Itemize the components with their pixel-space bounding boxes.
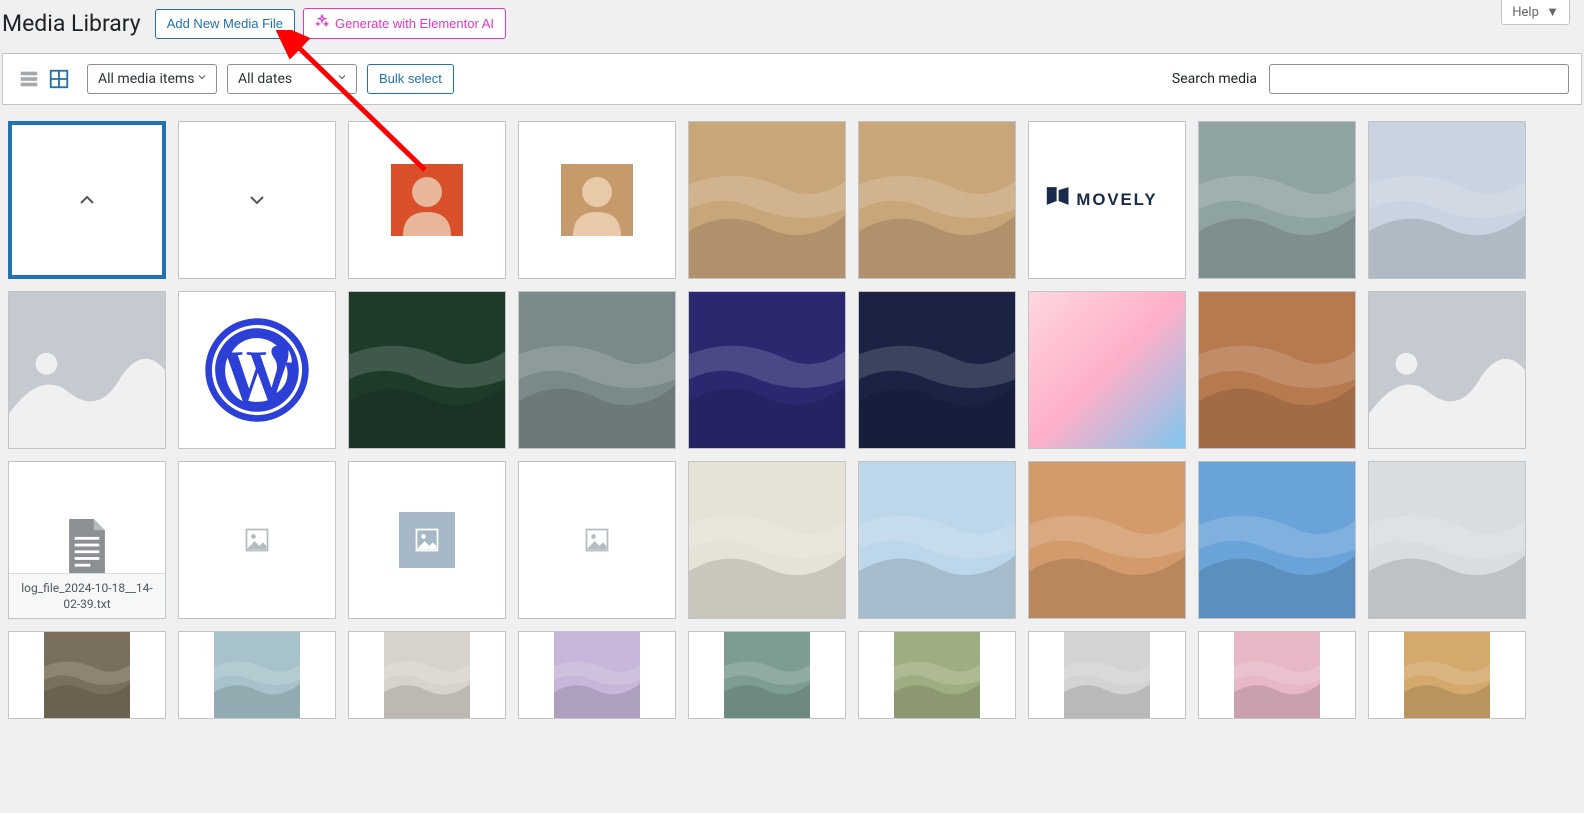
grid-view-toggle[interactable] bbox=[45, 65, 73, 93]
media-tile[interactable] bbox=[178, 121, 336, 279]
photo-thumbnail bbox=[1199, 462, 1355, 618]
media-tile[interactable] bbox=[1028, 461, 1186, 619]
media-tile[interactable] bbox=[348, 631, 506, 719]
media-tile[interactable] bbox=[518, 631, 676, 719]
chevron-down-icon bbox=[336, 71, 348, 87]
svg-text:MOVELY: MOVELY bbox=[1076, 190, 1157, 209]
media-tile[interactable] bbox=[518, 461, 676, 619]
movely-logo: MOVELY bbox=[1029, 122, 1185, 278]
media-tile[interactable] bbox=[688, 291, 846, 449]
search-input[interactable] bbox=[1269, 64, 1569, 94]
photo-thumbnail bbox=[519, 292, 675, 448]
photo-thumbnail bbox=[1199, 122, 1355, 278]
image-placeholder-icon bbox=[583, 526, 611, 554]
media-tile[interactable] bbox=[348, 291, 506, 449]
media-tile[interactable] bbox=[178, 291, 336, 449]
photo-thumbnail bbox=[349, 292, 505, 448]
chevron-down-icon bbox=[245, 188, 269, 212]
photo-thumbnail bbox=[689, 462, 845, 618]
media-tile[interactable] bbox=[518, 121, 676, 279]
dates-filter[interactable]: All dates bbox=[227, 64, 357, 94]
portrait-thumbnail bbox=[561, 164, 633, 236]
portrait-thumbnail bbox=[391, 164, 463, 236]
media-grid: MOVELY bbox=[0, 121, 1584, 719]
media-tile[interactable] bbox=[1198, 631, 1356, 719]
photo-thumbnail bbox=[859, 632, 1015, 718]
add-new-media-button[interactable]: Add New Media File bbox=[155, 9, 295, 39]
media-tile[interactable] bbox=[858, 461, 1016, 619]
photo-thumbnail bbox=[1199, 292, 1355, 448]
media-tile[interactable]: log_file_2024-10-18__14-02-39.txt bbox=[8, 461, 166, 619]
media-tile[interactable] bbox=[1198, 121, 1356, 279]
media-tile[interactable] bbox=[688, 631, 846, 719]
media-tile[interactable] bbox=[178, 461, 336, 619]
media-tile[interactable] bbox=[1028, 631, 1186, 719]
media-tile[interactable] bbox=[1198, 291, 1356, 449]
media-tile[interactable] bbox=[1028, 291, 1186, 449]
photo-thumbnail bbox=[1029, 632, 1185, 718]
filter-bar: All media items All dates Bulk select Se… bbox=[2, 53, 1582, 105]
media-tile[interactable] bbox=[858, 631, 1016, 719]
caret-down-icon: ▼ bbox=[1546, 5, 1559, 20]
media-tile[interactable] bbox=[8, 631, 166, 719]
photo-thumbnail bbox=[1369, 632, 1525, 718]
photo-thumbnail bbox=[689, 632, 845, 718]
list-icon bbox=[18, 68, 40, 90]
media-tile[interactable] bbox=[1368, 291, 1526, 449]
media-tile[interactable] bbox=[518, 291, 676, 449]
media-tile[interactable] bbox=[858, 121, 1016, 279]
media-tile[interactable] bbox=[688, 121, 846, 279]
photo-thumbnail bbox=[859, 462, 1015, 618]
photo-thumbnail bbox=[1199, 632, 1355, 718]
media-tile[interactable] bbox=[1368, 631, 1526, 719]
media-tile[interactable] bbox=[688, 461, 846, 619]
gradient-thumbnail bbox=[1029, 292, 1185, 448]
image-placeholder-icon bbox=[243, 526, 271, 554]
photo-thumbnail bbox=[349, 632, 505, 718]
image-placeholder-icon bbox=[413, 526, 441, 554]
photo-thumbnail bbox=[1029, 462, 1185, 618]
media-tile[interactable] bbox=[1198, 461, 1356, 619]
media-tile[interactable]: MOVELY bbox=[1028, 121, 1186, 279]
media-tile[interactable] bbox=[348, 461, 506, 619]
photo-thumbnail bbox=[1369, 462, 1525, 618]
bulk-select-button[interactable]: Bulk select bbox=[367, 64, 454, 94]
media-tile[interactable] bbox=[348, 121, 506, 279]
photo-thumbnail bbox=[9, 632, 165, 718]
chevron-down-icon bbox=[196, 71, 208, 87]
photo-thumbnail bbox=[519, 632, 675, 718]
image-placeholder-icon bbox=[1369, 292, 1525, 448]
media-tile[interactable] bbox=[8, 291, 166, 449]
file-name: log_file_2024-10-18__14-02-39.txt bbox=[9, 573, 165, 618]
document-icon bbox=[64, 519, 110, 575]
media-type-filter[interactable]: All media items bbox=[87, 64, 217, 94]
photo-thumbnail bbox=[689, 122, 845, 278]
media-tile[interactable] bbox=[178, 631, 336, 719]
photo-thumbnail bbox=[689, 292, 845, 448]
page-title: Media Library bbox=[2, 10, 141, 37]
sparkle-icon bbox=[315, 14, 329, 33]
search-label: Search media bbox=[1172, 71, 1257, 87]
chevron-up-icon bbox=[75, 188, 99, 212]
photo-thumbnail bbox=[859, 292, 1015, 448]
help-tab[interactable]: Help ▼ bbox=[1501, 0, 1570, 25]
media-tile[interactable] bbox=[1368, 461, 1526, 619]
generate-ai-button[interactable]: Generate with Elementor AI bbox=[303, 8, 506, 39]
photo-thumbnail bbox=[1369, 122, 1525, 278]
wordpress-logo-icon bbox=[202, 315, 312, 425]
list-view-toggle[interactable] bbox=[15, 65, 43, 93]
media-tile[interactable] bbox=[8, 121, 166, 279]
photo-thumbnail bbox=[859, 122, 1015, 278]
header: Media Library Add New Media File Generat… bbox=[0, 0, 1584, 53]
media-tile[interactable] bbox=[1368, 121, 1526, 279]
grid-icon bbox=[48, 68, 70, 90]
image-placeholder-icon bbox=[9, 292, 165, 448]
photo-thumbnail bbox=[179, 632, 335, 718]
media-tile[interactable] bbox=[858, 291, 1016, 449]
